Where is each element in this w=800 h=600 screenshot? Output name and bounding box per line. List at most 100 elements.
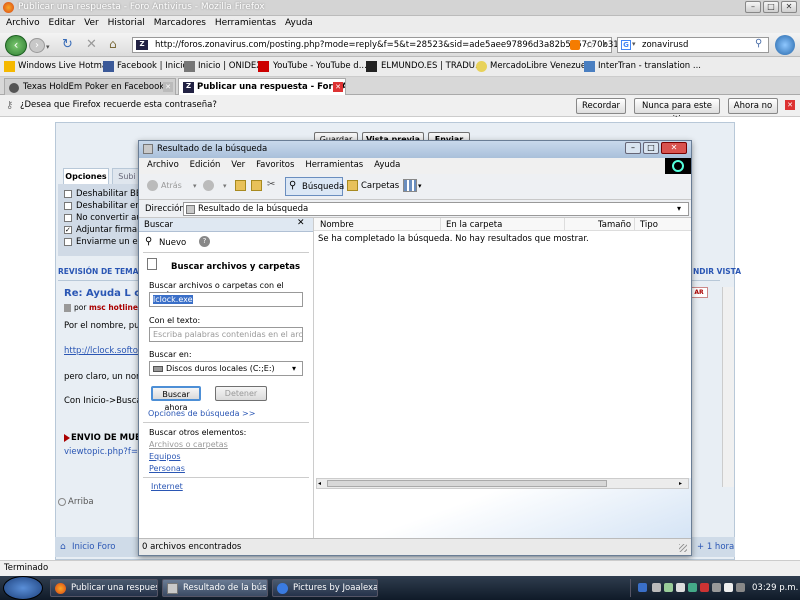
resize-grip-icon[interactable]: [679, 544, 687, 552]
footer-home-link[interactable]: Inicio Foro: [72, 542, 116, 552]
search-options-link[interactable]: Opciones de búsqueda >>: [148, 409, 255, 418]
scroll-left-icon[interactable]: ◂: [318, 480, 321, 487]
start-button[interactable]: [3, 576, 43, 600]
close-bar-icon[interactable]: ✕: [785, 100, 795, 110]
bookmark-intertran[interactable]: InterTran - translation ...: [598, 61, 701, 71]
checkbox[interactable]: [64, 202, 72, 210]
rss-icon[interactable]: [570, 40, 580, 50]
close-icon[interactable]: ✕: [661, 142, 687, 154]
menu-historial[interactable]: Historial: [108, 18, 145, 28]
menu-ayuda[interactable]: Ayuda: [374, 160, 400, 170]
search-now-button[interactable]: Buscar ahora: [151, 386, 201, 412]
minimize-icon[interactable]: –: [745, 1, 761, 13]
tab-close-icon[interactable]: ✕: [163, 82, 173, 92]
bookmark-elmundo[interactable]: ELMUNDO.ES | TRADU...: [381, 61, 483, 71]
folders-button[interactable]: Carpetas: [361, 181, 399, 191]
forward-dropdown-icon[interactable]: ▾: [223, 182, 227, 190]
new-search-button[interactable]: Nuevo: [159, 238, 186, 248]
tray-app-icon[interactable]: [724, 583, 733, 592]
home-icon[interactable]: ⌂: [109, 37, 117, 51]
checkbox[interactable]: [64, 214, 72, 222]
bookmark-onidex[interactable]: Inicio | ONIDEX: [198, 61, 262, 71]
horizontal-scrollbar[interactable]: ◂ ▸: [316, 478, 689, 489]
tray-app-icon[interactable]: [664, 583, 673, 592]
quote-button[interactable]: AR: [690, 287, 708, 298]
select-dropdown-icon[interactable]: ▾: [292, 364, 296, 373]
menu-herramientas[interactable]: Herramientas: [215, 18, 276, 28]
taskbar-firefox[interactable]: Publicar una respues...: [50, 579, 158, 597]
tab-close-icon[interactable]: ✕: [333, 82, 343, 92]
star-icon[interactable]: ☆: [585, 38, 595, 51]
back-label[interactable]: Atrás: [161, 181, 182, 190]
engine-dropdown-icon[interactable]: ▾: [632, 40, 636, 48]
pane-close-icon[interactable]: ✕: [297, 218, 305, 228]
column-type[interactable]: Tipo: [640, 220, 658, 230]
tab-options[interactable]: Opciones: [63, 168, 109, 185]
bookmark-hotmail[interactable]: Windows Live Hotmail: [18, 61, 112, 71]
link-files-folders[interactable]: Archivos o carpetas: [149, 440, 228, 449]
tab-poker[interactable]: Texas HoldEm Poker en Facebook ✕: [4, 78, 176, 95]
folder-icon[interactable]: [251, 180, 262, 191]
views-dropdown-icon[interactable]: ▾: [418, 182, 422, 190]
minimize-icon[interactable]: –: [625, 142, 641, 154]
back-icon[interactable]: ‹: [5, 35, 27, 56]
url-bar[interactable]: Z http://foros.zonavirus.com/posting.php…: [132, 37, 640, 53]
search-icon[interactable]: ⚲: [755, 38, 762, 49]
menu-edicion[interactable]: Edición: [190, 160, 221, 170]
stop-button[interactable]: Detener: [215, 386, 267, 401]
reload-icon[interactable]: ↻: [62, 37, 73, 52]
search-input[interactable]: zonavirusd: [642, 40, 688, 50]
checkbox[interactable]: [64, 190, 72, 198]
back-icon[interactable]: [147, 180, 158, 191]
column-divider[interactable]: [440, 218, 441, 231]
tray-app-icon[interactable]: [736, 583, 745, 592]
forward-icon[interactable]: [203, 180, 214, 191]
help-icon[interactable]: ?: [199, 236, 210, 247]
search-box[interactable]: G ▾ zonavirusd ⚲: [617, 37, 769, 53]
column-folder[interactable]: En la carpeta: [446, 220, 502, 230]
maximize-icon[interactable]: □: [763, 1, 779, 13]
menu-archivo[interactable]: Archivo: [147, 160, 179, 170]
maximize-icon[interactable]: □: [643, 142, 659, 154]
taskbar-search[interactable]: Resultado de la búsq...: [162, 579, 268, 597]
review-right[interactable]: NDIR VISTA: [693, 267, 741, 276]
post-author[interactable]: msc hotline: [89, 303, 138, 312]
download-icon[interactable]: [775, 35, 795, 55]
bookmark-youtube[interactable]: YouTube - YouTube d...: [273, 61, 367, 71]
up-folder-icon[interactable]: [235, 180, 246, 191]
link-people[interactable]: Personas: [149, 464, 185, 473]
delete-icon[interactable]: ✂: [267, 179, 275, 190]
column-divider[interactable]: [564, 218, 565, 231]
post-link[interactable]: viewtopic.php?f=5: [64, 447, 143, 457]
menu-marcadores[interactable]: Marcadores: [154, 18, 206, 28]
scroll-right-icon[interactable]: ▸: [679, 480, 682, 487]
link-internet[interactable]: Internet: [151, 482, 183, 491]
url-dropdown-icon[interactable]: ▾: [603, 40, 607, 48]
checkbox-checked[interactable]: ✓: [64, 226, 72, 234]
tray-app-icon[interactable]: [712, 583, 721, 592]
language-icon[interactable]: [638, 583, 647, 592]
column-divider[interactable]: [634, 218, 635, 231]
menu-ver[interactable]: Ver: [84, 18, 99, 28]
clock[interactable]: 03:29 p.m.: [752, 583, 798, 593]
never-button[interactable]: Nunca para este sitio: [634, 98, 720, 125]
bookmark-facebook[interactable]: Facebook | Inicio: [117, 61, 188, 71]
menu-ayuda[interactable]: Ayuda: [285, 18, 313, 28]
close-icon[interactable]: ✕: [781, 1, 797, 13]
menu-editar[interactable]: Editar: [49, 18, 76, 28]
menu-archivo[interactable]: Archivo: [6, 18, 40, 28]
post-link[interactable]: http://lclock.softo: [64, 346, 138, 356]
back-to-top[interactable]: Arriba: [68, 497, 94, 507]
search-toolbar-button[interactable]: ⚲ Búsqueda: [285, 177, 344, 196]
look-in-select[interactable]: Discos duros locales (C:;E:) ▾: [149, 361, 303, 376]
menu-ver[interactable]: Ver: [231, 160, 245, 170]
back-dropdown-icon[interactable]: ▾: [193, 182, 197, 190]
history-dropdown-icon[interactable]: ▾: [46, 43, 54, 51]
column-size[interactable]: Tamaño: [598, 220, 631, 230]
post-scrollbar[interactable]: [722, 287, 734, 487]
address-dropdown-icon[interactable]: ▾: [677, 204, 681, 213]
column-name[interactable]: Nombre: [320, 220, 354, 230]
views-icon[interactable]: [403, 179, 417, 192]
google-icon[interactable]: G: [621, 40, 631, 50]
not-now-button[interactable]: Ahora no: [728, 98, 778, 114]
